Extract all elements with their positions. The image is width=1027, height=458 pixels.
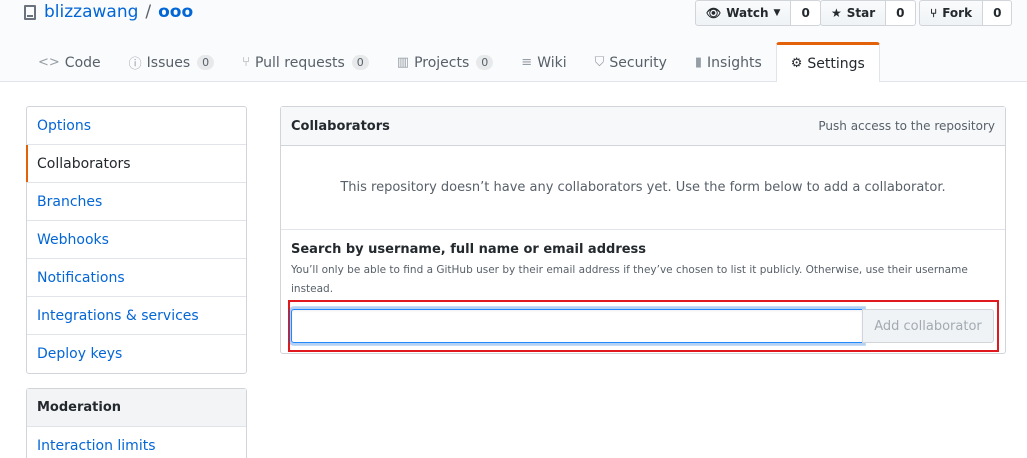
sidebar-item-collaborators[interactable]: Collaborators xyxy=(26,145,246,183)
tab-insights[interactable]: ▮ Insights xyxy=(681,43,776,82)
eye-icon: 👁 xyxy=(706,6,722,20)
tab-projects-label: Projects xyxy=(414,54,470,71)
pull-request-icon: ⑂ xyxy=(242,55,250,70)
fork-group: ⑂ Fork 0 xyxy=(919,0,1013,26)
repo-header: blizzawang / ooo 👁 Watch ▼ 0 ★ Star 0 ⑂ … xyxy=(0,0,1027,82)
moderation-menu: Moderation Interaction limits xyxy=(26,388,247,458)
star-group: ★ Star 0 xyxy=(820,0,916,26)
tab-security[interactable]: ⛉ Security xyxy=(581,43,681,82)
fork-label: Fork xyxy=(942,6,973,20)
watch-count[interactable]: 0 xyxy=(791,0,821,26)
star-icon: ★ xyxy=(831,6,842,20)
projects-counter: 0 xyxy=(476,55,494,70)
repo-owner-link[interactable]: blizzawang xyxy=(44,2,138,22)
tab-issues-label: Issues xyxy=(146,54,191,71)
caret-down-icon: ▼ xyxy=(773,8,781,18)
tab-settings-label: Settings xyxy=(807,55,865,72)
graph-icon: ▮ xyxy=(694,55,703,70)
collaborator-search-input[interactable] xyxy=(291,309,863,343)
star-count[interactable]: 0 xyxy=(886,0,916,26)
star-label: Star xyxy=(846,6,876,20)
collaborators-meta: Push access to the repository xyxy=(818,119,995,133)
gear-icon: ⚙ xyxy=(790,56,803,71)
sidebar-item-options[interactable]: Options xyxy=(27,107,246,145)
sidebar-item-branches[interactable]: Branches xyxy=(27,183,246,221)
search-note: You’ll only be able to find a GitHub use… xyxy=(291,264,968,295)
watch-label: Watch xyxy=(726,6,769,20)
search-label: Search by username, full name or email a… xyxy=(291,242,647,257)
sidebar-item-notifications[interactable]: Notifications xyxy=(27,259,246,297)
add-collaborator-form: Search by username, full name or email a… xyxy=(281,230,1005,299)
watch-group: 👁 Watch ▼ 0 xyxy=(695,0,821,26)
moderation-heading: Moderation xyxy=(27,389,246,427)
collaborators-header: Collaborators Push access to the reposit… xyxy=(281,107,1005,146)
tab-insights-label: Insights xyxy=(707,54,762,71)
tab-code[interactable]: <> Code xyxy=(24,43,115,82)
issues-counter: 0 xyxy=(197,55,215,70)
tab-wiki-label: Wiki xyxy=(537,54,567,71)
fork-icon: ⑂ xyxy=(930,6,938,20)
project-icon: ▥ xyxy=(396,55,410,70)
book-icon: ≡ xyxy=(521,55,533,70)
tab-code-label: Code xyxy=(64,54,101,71)
settings-menu: Options Collaborators Branches Webhooks … xyxy=(26,106,247,374)
tab-wiki[interactable]: ≡ Wiki xyxy=(507,43,580,82)
fork-button[interactable]: ⑂ Fork xyxy=(919,0,984,26)
star-button[interactable]: ★ Star xyxy=(820,0,887,26)
sidebar-item-integrations[interactable]: Integrations & services xyxy=(27,297,246,335)
issue-icon: ⓘ xyxy=(128,57,142,72)
fork-count[interactable]: 0 xyxy=(983,0,1013,26)
add-collaborator-button[interactable]: Add collaborator xyxy=(862,309,994,343)
tab-settings[interactable]: ⚙ Settings xyxy=(775,42,880,82)
pull-requests-counter: 0 xyxy=(351,55,369,70)
collaborators-title: Collaborators xyxy=(291,118,390,134)
repo-icon xyxy=(24,4,36,20)
shield-icon: ⛉ xyxy=(594,55,605,70)
sidebar-item-interaction-limits[interactable]: Interaction limits xyxy=(27,427,246,458)
repo-path-separator: / xyxy=(145,2,152,22)
tab-pull-requests[interactable]: ⑂ Pull requests 0 xyxy=(228,43,383,82)
repo-tabs: <> Code ⓘ Issues 0 ⑂ Pull requests 0 ▥ P… xyxy=(24,42,880,82)
repo-title: blizzawang / ooo xyxy=(24,2,193,22)
tab-issues[interactable]: ⓘ Issues 0 xyxy=(115,43,229,82)
sidebar-item-webhooks[interactable]: Webhooks xyxy=(27,221,246,259)
repo-name-link[interactable]: ooo xyxy=(158,2,193,22)
tab-projects[interactable]: ▥ Projects 0 xyxy=(383,43,508,82)
watch-button[interactable]: 👁 Watch ▼ xyxy=(695,0,792,26)
tab-pull-requests-label: Pull requests xyxy=(254,54,345,71)
tab-security-label: Security xyxy=(609,54,667,71)
code-icon: <> xyxy=(38,55,60,70)
collaborators-blankslate: This repository doesn’t have any collabo… xyxy=(281,146,1005,230)
sidebar-item-deploy-keys[interactable]: Deploy keys xyxy=(27,335,246,373)
